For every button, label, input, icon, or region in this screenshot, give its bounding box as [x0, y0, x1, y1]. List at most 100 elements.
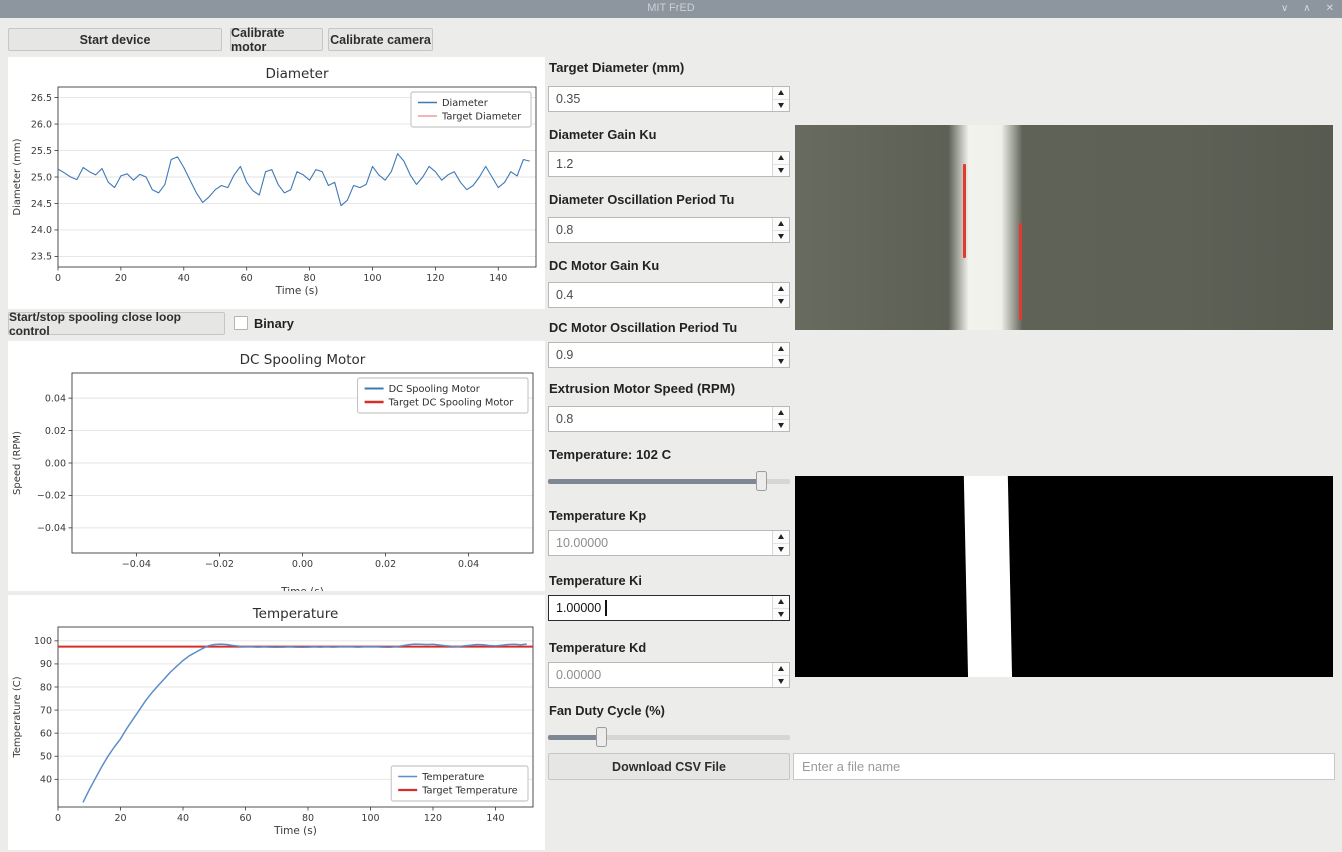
- spin-up-icon[interactable]: [773, 596, 789, 609]
- svg-text:40: 40: [178, 273, 190, 284]
- extrusion-speed-input[interactable]: [549, 407, 773, 431]
- dc-tu-spinbox: [548, 342, 790, 368]
- svg-text:Diameter (mm): Diameter (mm): [12, 138, 23, 215]
- svg-text:100: 100: [361, 813, 379, 824]
- svg-text:DC Spooling Motor: DC Spooling Motor: [389, 384, 481, 395]
- spin-up-icon[interactable]: [773, 87, 789, 100]
- binary-checkbox[interactable]: [234, 316, 248, 330]
- calibrate-camera-button[interactable]: Calibrate camera: [328, 28, 433, 51]
- spin-down-icon[interactable]: [773, 100, 789, 112]
- calibrate-motor-button[interactable]: Calibrate motor: [230, 28, 323, 51]
- dc-gain-label: DC Motor Gain Ku: [549, 258, 791, 273]
- title-bar: MIT FrED ∨ ∧ ✕: [0, 0, 1342, 18]
- spin-down-icon[interactable]: [773, 420, 789, 432]
- download-csv-button[interactable]: Download CSV File: [548, 753, 790, 780]
- svg-text:140: 140: [486, 813, 504, 824]
- extrusion-speed-label: Extrusion Motor Speed (RPM): [549, 381, 791, 396]
- svg-text:Speed (RPM): Speed (RPM): [12, 431, 23, 495]
- fiber-camera-feed: [795, 125, 1333, 330]
- slider-fill: [548, 479, 761, 484]
- window-unshade-icon[interactable]: ∧: [1303, 2, 1310, 15]
- dc-tu-label: DC Motor Oscillation Period Tu: [549, 320, 791, 335]
- temp-ki-label: Temperature Ki: [549, 573, 791, 588]
- svg-text:20: 20: [114, 813, 126, 824]
- temp-ki-input[interactable]: [549, 596, 773, 620]
- diameter-tu-input[interactable]: [549, 218, 773, 242]
- spin-up-icon[interactable]: [773, 407, 789, 420]
- temperature-slider-handle[interactable]: [756, 471, 767, 491]
- svg-text:40: 40: [40, 775, 52, 786]
- spin-up-icon[interactable]: [773, 343, 789, 356]
- diameter-chart-panel: 23.524.024.525.025.526.026.5020406080100…: [8, 57, 545, 309]
- temp-ki-spinbox: [548, 595, 790, 621]
- svg-text:0.02: 0.02: [45, 426, 66, 437]
- slider-fill: [548, 735, 601, 740]
- diameter-gain-spinbox: [548, 151, 790, 177]
- dc-tu-input[interactable]: [549, 343, 773, 367]
- text-cursor: [605, 600, 607, 616]
- target-diameter-label: Target Diameter (mm): [549, 60, 791, 75]
- spooling-loop-button[interactable]: Start/stop spooling close loop control: [8, 312, 225, 335]
- target-diameter-input[interactable]: [549, 87, 773, 111]
- svg-text:DC Spooling Motor: DC Spooling Motor: [240, 352, 366, 368]
- spin-down-icon[interactable]: [773, 296, 789, 308]
- temp-kd-input[interactable]: [549, 663, 773, 687]
- spin-up-icon[interactable]: [773, 663, 789, 676]
- filename-input[interactable]: [793, 753, 1335, 780]
- diameter-gain-input[interactable]: [549, 152, 773, 176]
- diameter-tu-label: Diameter Oscillation Period Tu: [549, 192, 791, 207]
- svg-text:Diameter: Diameter: [442, 98, 489, 109]
- spin-up-icon[interactable]: [773, 218, 789, 231]
- svg-text:140: 140: [489, 273, 507, 284]
- svg-text:100: 100: [34, 636, 52, 647]
- svg-text:80: 80: [40, 682, 52, 693]
- temp-kp-label: Temperature Kp: [549, 508, 791, 523]
- svg-text:−0.04: −0.04: [37, 523, 66, 534]
- diameter-chart: 23.524.024.525.025.526.026.5020406080100…: [8, 57, 545, 309]
- window-title: MIT FrED: [0, 2, 1342, 14]
- svg-text:0: 0: [55, 813, 61, 824]
- svg-text:120: 120: [426, 273, 444, 284]
- svg-text:Time (s): Time (s): [275, 285, 319, 297]
- spin-down-icon[interactable]: [773, 676, 789, 688]
- svg-text:−0.02: −0.02: [205, 559, 234, 570]
- start-device-button[interactable]: Start device: [8, 28, 222, 51]
- binary-threshold-feed: [795, 476, 1333, 677]
- svg-text:26.5: 26.5: [31, 93, 52, 104]
- spin-down-icon[interactable]: [773, 356, 789, 368]
- fiber-stripe: [964, 476, 1013, 677]
- svg-text:40: 40: [177, 813, 189, 824]
- spin-down-icon[interactable]: [773, 544, 789, 556]
- temp-kp-input[interactable]: [549, 531, 773, 555]
- svg-text:80: 80: [302, 813, 314, 824]
- svg-text:60: 60: [239, 813, 251, 824]
- svg-text:−0.04: −0.04: [122, 559, 151, 570]
- window-shade-icon[interactable]: ∨: [1281, 2, 1288, 15]
- target-diameter-spinbox: [548, 86, 790, 112]
- svg-text:Diameter: Diameter: [265, 66, 328, 82]
- dc-gain-input[interactable]: [549, 283, 773, 307]
- svg-text:120: 120: [424, 813, 442, 824]
- fan-slider-handle[interactable]: [596, 727, 607, 747]
- spin-up-icon[interactable]: [773, 531, 789, 544]
- spin-down-icon[interactable]: [773, 609, 789, 621]
- svg-text:Temperature: Temperature: [421, 772, 484, 783]
- spin-down-icon[interactable]: [773, 165, 789, 177]
- temperature-slider-label: Temperature: 102 C: [549, 447, 791, 462]
- temp-kd-label: Temperature Kd: [549, 640, 791, 655]
- svg-text:50: 50: [40, 752, 52, 763]
- binary-checkbox-label: Binary: [254, 316, 314, 331]
- svg-text:25.5: 25.5: [31, 146, 52, 157]
- svg-text:20: 20: [115, 273, 127, 284]
- svg-text:23.5: 23.5: [31, 252, 52, 263]
- spin-up-icon[interactable]: [773, 152, 789, 165]
- spin-up-icon[interactable]: [773, 283, 789, 296]
- dc-motor-chart-panel: −0.04−0.020.000.020.04−0.04−0.020.000.02…: [8, 341, 545, 591]
- svg-text:0.04: 0.04: [45, 393, 66, 404]
- svg-text:24.0: 24.0: [31, 225, 52, 236]
- window-close-icon[interactable]: ✕: [1326, 2, 1334, 15]
- spin-down-icon[interactable]: [773, 231, 789, 243]
- temp-kp-spinbox: [548, 530, 790, 556]
- extrusion-speed-spinbox: [548, 406, 790, 432]
- mit-fred-window: MIT FrED ∨ ∧ ✕ Start device Calibrate mo…: [0, 0, 1342, 852]
